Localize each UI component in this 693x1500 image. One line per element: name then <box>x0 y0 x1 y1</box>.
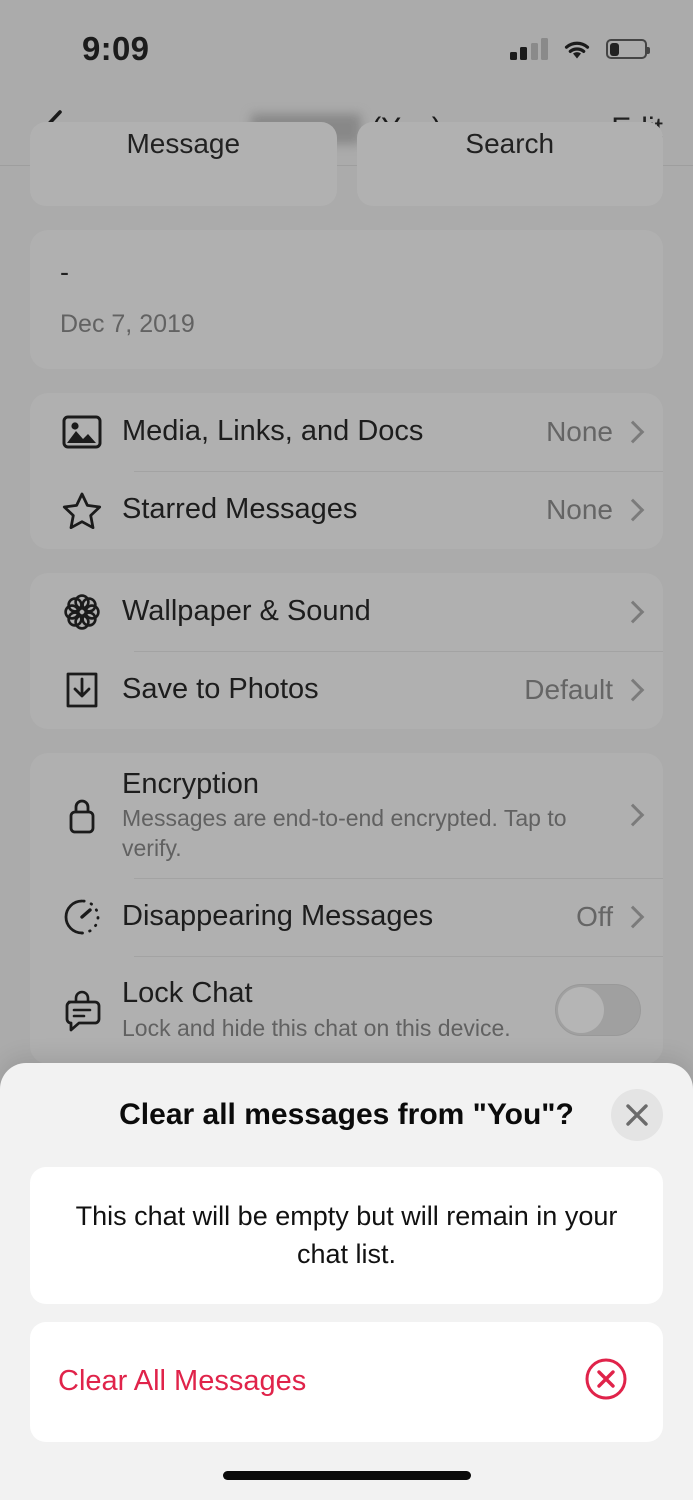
sheet-title: Clear all messages from "You"? <box>119 1098 574 1131</box>
x-circle-icon <box>583 1356 629 1407</box>
clear-messages-sheet: Clear all messages from "You"? This chat… <box>0 1063 693 1500</box>
home-indicator <box>222 1471 471 1480</box>
phone-screen: 9:09 Message Search - Dec 7, 2019 Media,… <box>0 0 693 1500</box>
close-icon[interactable] <box>611 1089 663 1141</box>
sheet-description: This chat will be empty but will remain … <box>30 1167 663 1304</box>
clear-all-messages-label: Clear All Messages <box>58 1365 307 1398</box>
clear-all-messages-button[interactable]: Clear All Messages <box>30 1321 663 1442</box>
sheet-header: Clear all messages from "You"? <box>30 1063 663 1167</box>
